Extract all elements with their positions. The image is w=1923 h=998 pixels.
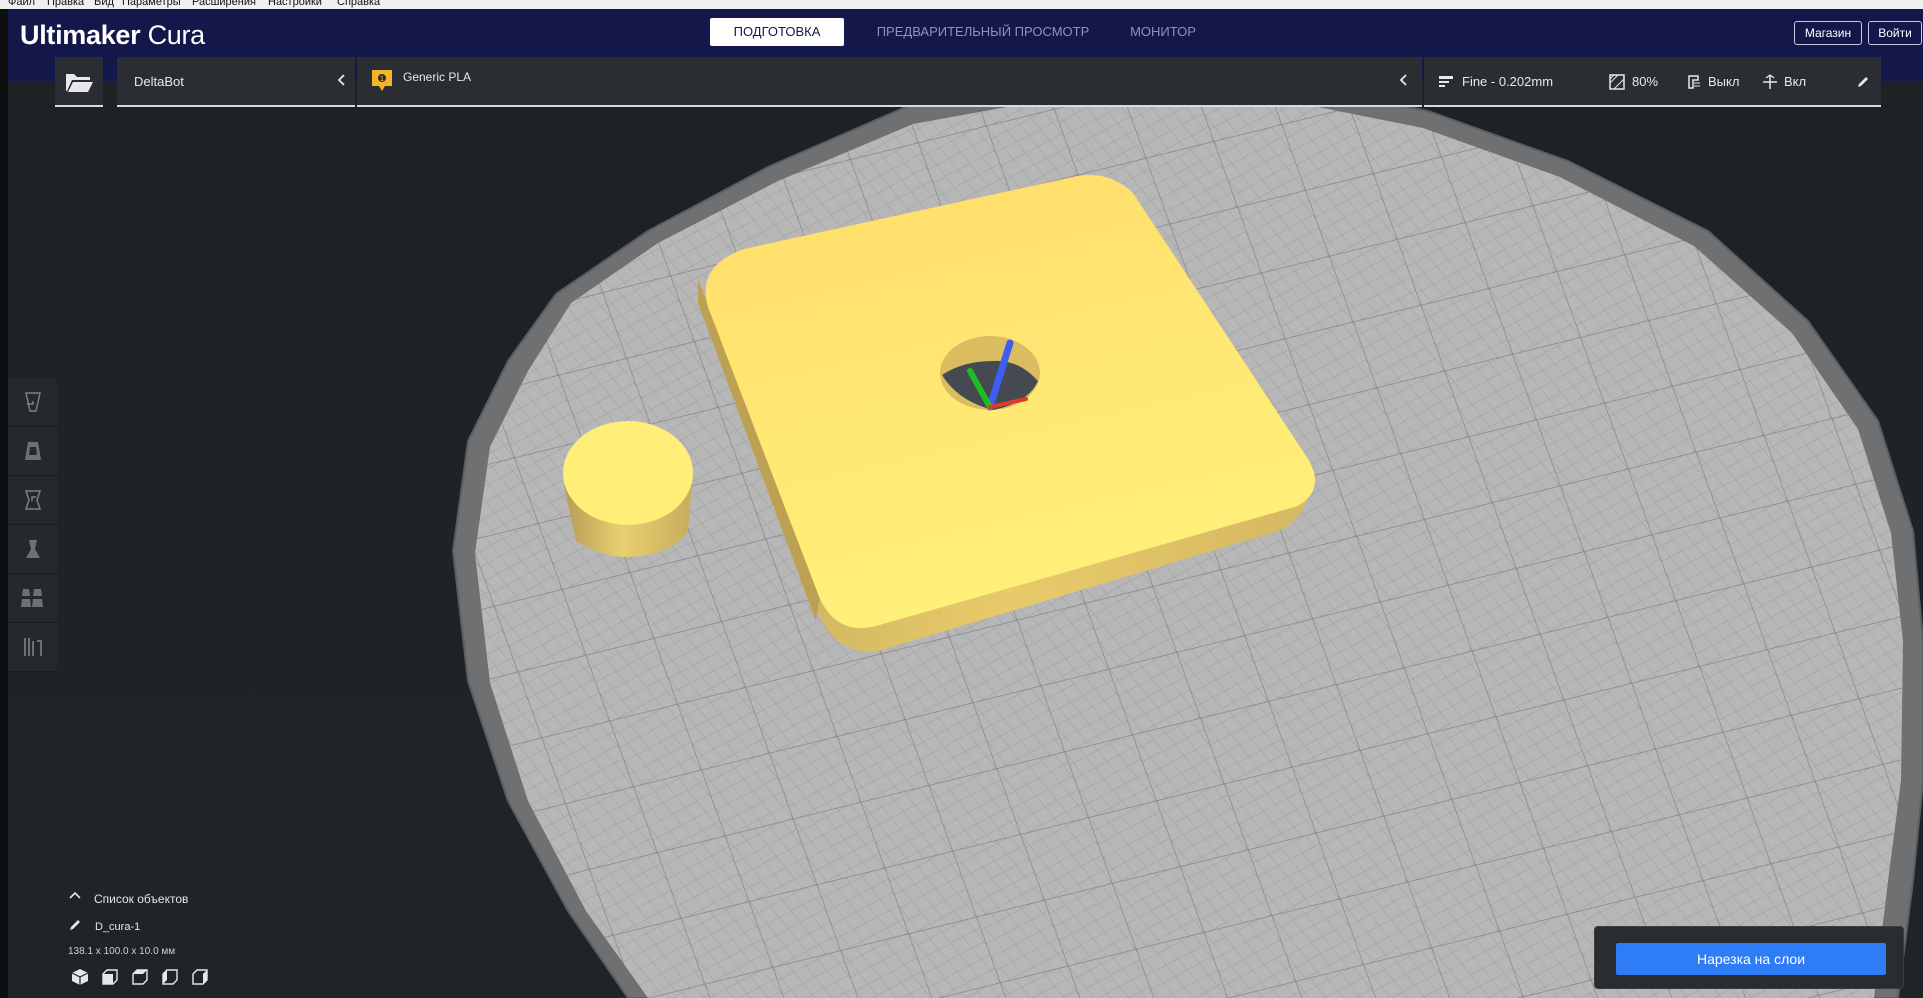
view-left-icon[interactable]	[160, 967, 180, 987]
object-list-title[interactable]: Список объектов	[94, 892, 188, 906]
cylinder-model[interactable]	[563, 421, 693, 557]
mirror-icon	[25, 540, 40, 558]
menu-extensions[interactable]: Расширения	[192, 0, 256, 8]
adhesion-value: Вкл	[1784, 74, 1807, 89]
menu-edit[interactable]: Правка	[47, 0, 84, 8]
per-model-settings-button[interactable]	[8, 574, 57, 623]
viewport-3d[interactable]	[8, 81, 1923, 998]
profile-bars-icon	[1439, 76, 1453, 87]
chevron-left-icon	[1399, 74, 1407, 86]
menu-preferences[interactable]: Настройки	[268, 0, 322, 8]
tab-preview[interactable]: ПРЕДВАРИТЕЛЬНЫЙ ПРОСМОТР	[868, 18, 1098, 46]
support-blocker-icon	[23, 638, 42, 656]
scale-icon	[24, 442, 41, 460]
view-right-icon[interactable]	[190, 967, 210, 987]
menu-help[interactable]: Справка	[337, 0, 380, 8]
material-selector[interactable]: 1 Generic PLA	[357, 57, 1422, 107]
app-logo: Ultimaker Cura	[20, 20, 205, 51]
signin-button[interactable]: Войти	[1868, 21, 1922, 45]
view-front-icon[interactable]	[100, 967, 120, 987]
menu-view[interactable]: Вид	[94, 0, 114, 8]
pencil-icon[interactable]	[1856, 75, 1870, 89]
svg-text:1: 1	[380, 75, 384, 83]
material-badge-icon: 1	[372, 70, 392, 91]
material-name: Generic PLA	[403, 70, 472, 84]
object-dimensions: 138.1 x 100.0 x 10.0 мм	[68, 946, 176, 957]
support-value: Выкл	[1708, 74, 1740, 89]
pencil-icon	[70, 920, 80, 930]
tab-monitor[interactable]: МОНИТОР	[1118, 18, 1208, 46]
adhesion-icon	[1763, 74, 1777, 89]
marketplace-button[interactable]: Магазин	[1794, 21, 1862, 45]
scale-tool-button[interactable]	[8, 427, 57, 476]
printer-name: DeltaBot	[134, 74, 184, 89]
support-blocker-button[interactable]	[8, 623, 57, 672]
chevron-up-icon[interactable]	[69, 891, 81, 901]
logo-product: Cura	[147, 20, 206, 50]
window-left-edge	[0, 9, 8, 998]
move-icon	[24, 392, 41, 412]
rotate-icon	[24, 490, 41, 510]
rotate-tool-button[interactable]	[8, 476, 57, 525]
slice-panel: Нарезка на слои	[1594, 926, 1904, 989]
tab-prepare[interactable]: ПОДГОТОВКА	[710, 18, 844, 46]
infill-value: 80%	[1632, 74, 1659, 89]
chevron-left-icon	[337, 74, 345, 86]
tool-panel	[8, 378, 57, 672]
support-icon	[1688, 75, 1700, 89]
move-tool-button[interactable]	[8, 378, 57, 427]
folder-open-icon	[66, 74, 93, 92]
object-name[interactable]: D_cura-1	[95, 921, 140, 933]
menu-bar: Файл Правка Вид Параметры Расширения Нас…	[0, 0, 1923, 9]
build-plate-scene	[451, 81, 1923, 998]
print-settings-selector[interactable]: Fine - 0.202mm 80% Выкл Вкл	[1424, 57, 1881, 107]
open-file-button[interactable]	[55, 57, 103, 107]
menu-file[interactable]: Файл	[8, 0, 35, 8]
logo-brand: Ultimaker	[20, 20, 141, 50]
mirror-tool-button[interactable]	[8, 525, 57, 574]
printer-selector[interactable]: DeltaBot	[117, 57, 355, 107]
infill-icon	[1609, 74, 1625, 90]
profile-name: Fine - 0.202mm	[1462, 74, 1554, 89]
view-3d-icon[interactable]	[70, 967, 90, 987]
per-model-settings-icon	[20, 589, 43, 607]
view-top-icon[interactable]	[130, 967, 150, 987]
menu-settings[interactable]: Параметры	[122, 0, 181, 8]
slice-button[interactable]: Нарезка на слои	[1616, 943, 1886, 975]
